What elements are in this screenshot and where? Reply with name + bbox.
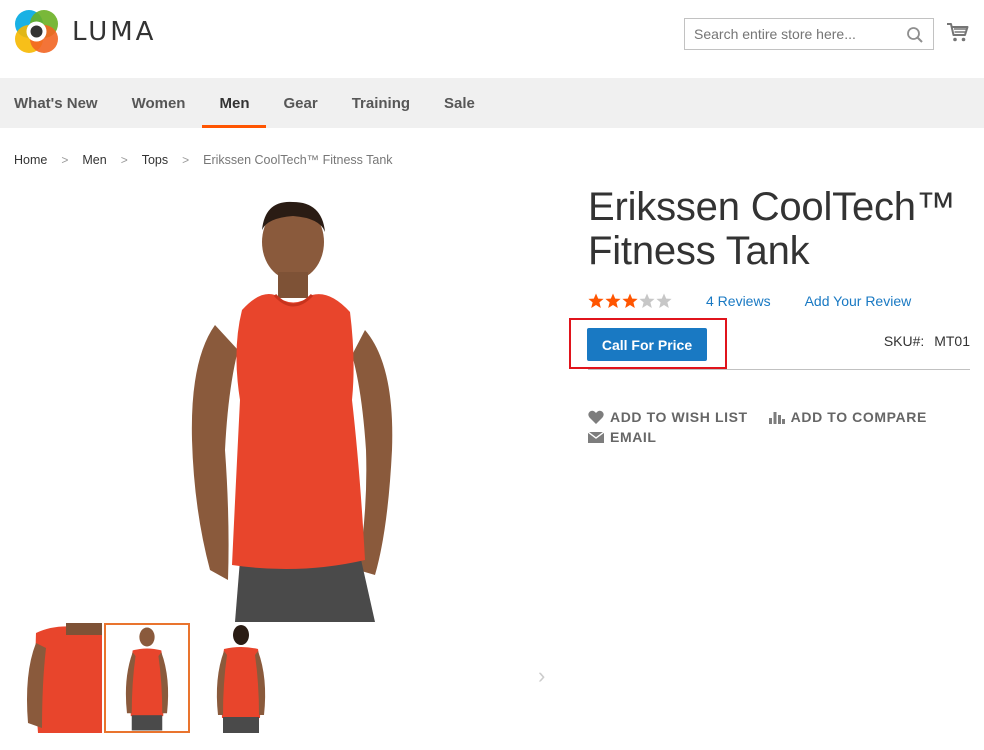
product-main-image[interactable] [170, 190, 420, 622]
product-info: Erikssen CoolTech™ Fitness Tank 4 Review… [569, 180, 970, 445]
search-input[interactable] [685, 19, 933, 49]
reviews-summary: 4 Reviews Add Your Review [588, 290, 970, 312]
add-review-link[interactable]: Add Your Review [805, 293, 912, 309]
breadcrumb-current: Erikssen CoolTech™ Fitness Tank [203, 153, 393, 167]
sku-label: SKU#: [883, 333, 925, 349]
nav-item-sale[interactable]: Sale [427, 78, 492, 128]
thumb-front[interactable] [104, 623, 190, 733]
price-row: Call For Price SKU#: MT01 [569, 318, 970, 371]
search-icon[interactable] [906, 26, 924, 44]
nav-item-women[interactable]: Women [115, 78, 203, 128]
star-icon [588, 293, 604, 308]
nav-item-men[interactable]: Men [202, 78, 267, 128]
bar-chart-icon [768, 412, 785, 424]
product-actions: ADD TO WISH LIST ADD TO COMPARE EMAIL [588, 407, 970, 447]
breadcrumb-separator: > [61, 153, 69, 167]
cart-icon[interactable] [946, 20, 970, 44]
heart-icon [588, 410, 604, 424]
thumbnail-strip: ‹ [0, 623, 560, 733]
star-icon [639, 293, 655, 308]
logo-text: LUMA [72, 16, 157, 47]
divider [588, 369, 970, 370]
star-icon [622, 293, 638, 308]
reviews-link[interactable]: 4 Reviews [706, 293, 771, 309]
breadcrumb-tops[interactable]: Tops [142, 153, 168, 167]
nav-item-whats-new[interactable]: What's New [0, 78, 115, 128]
product-gallery: ‹ [0, 180, 560, 750]
breadcrumb-separator: > [120, 153, 128, 167]
star-icon [605, 293, 621, 308]
email-label: EMAIL [610, 429, 657, 445]
thumb-back-image [198, 623, 284, 733]
star-icon [656, 293, 672, 308]
search-box [684, 18, 934, 50]
luma-logo-icon [15, 10, 58, 53]
thumb-next-icon[interactable]: › [538, 663, 545, 689]
nav-item-training[interactable]: Training [335, 78, 427, 128]
add-to-compare-link[interactable]: ADD TO COMPARE [768, 408, 927, 426]
breadcrumb-home[interactable]: Home [14, 153, 47, 167]
luma-logo[interactable]: LUMA [14, 9, 156, 54]
envelope-icon [588, 431, 604, 443]
main-navigation: What's New Women Men Gear Training Sale [0, 78, 984, 128]
add-to-wish-list-label: ADD TO WISH LIST [610, 409, 748, 425]
email-link[interactable]: EMAIL [588, 428, 657, 446]
breadcrumb-men[interactable]: Men [82, 153, 106, 167]
product-title: Erikssen CoolTech™ Fitness Tank [588, 185, 970, 273]
breadcrumb: Home > Men > Tops > Erikssen CoolTech™ F… [14, 153, 393, 167]
product-title-line2: Fitness Tank [588, 229, 810, 273]
sku: SKU#: MT01 [884, 333, 970, 349]
rating-stars [588, 293, 673, 309]
sku-value: MT01 [934, 333, 970, 349]
product-title-line1: Erikssen CoolTech™ [588, 185, 956, 229]
thumb-side[interactable] [16, 623, 102, 733]
breadcrumb-separator: > [182, 153, 190, 167]
thumb-front-image [106, 625, 188, 731]
thumb-side-image [16, 623, 102, 733]
call-for-price-button[interactable]: Call For Price [587, 328, 707, 361]
thumb-back[interactable] [198, 623, 284, 733]
nav-item-gear[interactable]: Gear [266, 78, 334, 128]
add-to-compare-label: ADD TO COMPARE [790, 409, 927, 425]
page-header: LUMA [0, 0, 984, 78]
add-to-wish-list-link[interactable]: ADD TO WISH LIST [588, 408, 748, 426]
